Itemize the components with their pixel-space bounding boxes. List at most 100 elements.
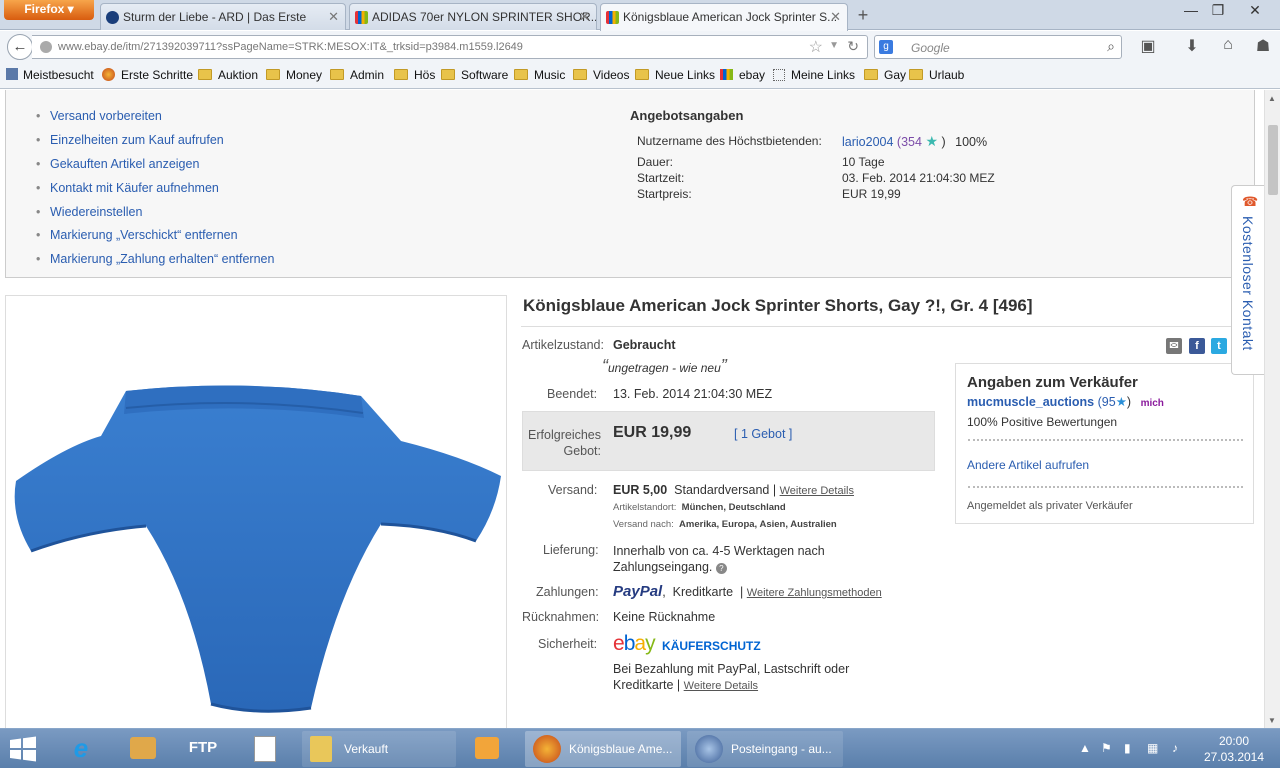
close-icon[interactable]: ✕ — [830, 9, 841, 25]
bidder-info: lario2004 (354 ★ ) 100% — [842, 133, 988, 149]
url-bar[interactable]: www.ebay.de/itm/271392039711?ssPageName=… — [32, 35, 868, 59]
action-link[interactable]: Gekauften Artikel anzeigen — [36, 157, 199, 171]
bookmark-neue-links[interactable]: Neue Links — [635, 68, 715, 82]
taskbar-window-thunderbird[interactable]: Posteingang - au... — [687, 731, 843, 767]
bookmark-auktion[interactable]: Auktion — [198, 68, 258, 82]
flag-icon[interactable]: ⚑ — [1101, 741, 1112, 755]
thunderbird-icon — [695, 735, 723, 763]
seller-info-box: Angaben zum Verkäufer mucmuscle_auctions… — [955, 363, 1254, 524]
home-icon[interactable]: ⌂ — [1217, 36, 1239, 56]
seller-name-link[interactable]: mucmuscle_auctions — [967, 395, 1094, 409]
tab-koenigsblaue[interactable]: Königsblaue American Jock Sprinter S... … — [600, 3, 848, 31]
internet-explorer-icon[interactable]: e — [64, 731, 98, 767]
blue-shorts-image — [14, 385, 502, 713]
media-player-icon[interactable] — [470, 731, 506, 767]
folder-icon — [310, 736, 332, 762]
globe-icon — [40, 41, 52, 53]
window-close-button[interactable]: ✕ — [1241, 2, 1269, 20]
tab-sturm[interactable]: Sturm der Liebe - ARD | Das Erste ✕ — [100, 3, 346, 30]
other-items-link[interactable]: Andere Artikel aufrufen — [967, 458, 1089, 472]
bookmark-videos[interactable]: Videos — [573, 68, 629, 82]
ebay-buyer-protection: ebay KÄUFERSCHUTZ — [613, 632, 761, 655]
tray-expand-icon[interactable]: ▲ — [1079, 741, 1091, 755]
screenshot-addon-icon[interactable]: ▣ — [1137, 36, 1159, 56]
close-icon[interactable]: ✕ — [328, 9, 339, 25]
bookmarks-bar: Meistbesucht Erste Schritte Auktion Mone… — [0, 63, 1280, 89]
ftp-icon[interactable]: FTP — [186, 731, 220, 767]
scrollbar[interactable]: ▲ ▼ — [1264, 90, 1280, 728]
shipping-details-link[interactable]: Weitere Details — [780, 485, 854, 497]
search-input[interactable]: g Google ⌕ — [874, 35, 1122, 59]
page-content: Versand vorbereiten Einzelheiten zum Kau… — [0, 90, 1264, 728]
search-icon[interactable]: ⌕ — [1107, 38, 1115, 55]
facebook-share-icon[interactable]: f — [1189, 338, 1205, 354]
back-button[interactable]: ← — [7, 34, 33, 60]
help-icon[interactable]: ? — [715, 563, 727, 574]
folder-icon — [573, 69, 587, 80]
action-link[interactable]: Einzelheiten zum Kauf aufrufen — [36, 133, 224, 147]
more-payments-link[interactable]: Weitere Zahlungsmethoden — [747, 587, 882, 599]
folder-icon — [198, 69, 212, 80]
divider — [521, 326, 1254, 327]
reload-icon[interactable]: ↻ — [847, 38, 859, 55]
item-image[interactable] — [5, 295, 507, 728]
bookmark-software[interactable]: Software — [441, 68, 508, 82]
taskbar-window-verkauft[interactable]: Verkauft — [302, 731, 456, 767]
firefox-menu-button[interactable]: Firefox ▾ — [4, 0, 94, 20]
paypal-logo: PayPal — [613, 583, 663, 600]
action-link[interactable]: Versand vorbereiten — [36, 109, 162, 123]
tab-adidas[interactable]: ADIDAS 70er NYLON SPRINTER SHOR... ✕ — [349, 3, 597, 30]
app-icon[interactable] — [126, 731, 160, 767]
folder-icon — [330, 69, 344, 80]
bookmark-erste-schritte[interactable]: Erste Schritte — [102, 68, 193, 82]
maximize-button[interactable]: ❐ — [1204, 2, 1232, 20]
action-link[interactable]: Markierung „Zahlung erhalten“ entfernen — [36, 252, 274, 266]
folder-icon — [441, 69, 455, 80]
action-link[interactable]: Wiedereinstellen — [36, 205, 142, 219]
start-button[interactable] — [8, 731, 42, 767]
scrollbar-thumb[interactable] — [1268, 125, 1278, 195]
folder-icon — [266, 69, 280, 80]
minimize-button[interactable]: — — [1177, 2, 1205, 20]
action-link[interactable]: Kontakt mit Käufer aufnehmen — [36, 181, 219, 195]
action-link[interactable]: Markierung „Verschickt“ entfernen — [36, 228, 238, 242]
winning-bid-box: Erfolgreiches Gebot: EUR 19,99 [ 1 Gebot … — [522, 411, 935, 471]
new-tab-button[interactable]: + — [850, 4, 876, 28]
download-icon[interactable]: ⬇ — [1181, 36, 1203, 56]
bidder-name-link[interactable]: lario2004 — [842, 135, 893, 149]
bid-count-link[interactable]: [ 1 Gebot ] — [734, 427, 792, 441]
folder-icon — [635, 69, 649, 80]
bookmark-hoes[interactable]: Hös — [394, 68, 435, 82]
taskbar-window-firefox[interactable]: Königsblaue Ame... — [525, 731, 681, 767]
history-dropdown-icon[interactable]: ▼ — [829, 40, 839, 51]
email-share-icon[interactable]: ✉ — [1166, 338, 1182, 354]
item-title: Königsblaue American Jock Sprinter Short… — [523, 296, 1033, 315]
volume-icon[interactable]: ♪ — [1172, 741, 1178, 755]
free-contact-tab[interactable]: ☎ Kostenloser Kontakt — [1231, 185, 1264, 375]
bookmark-star-icon[interactable]: ☆ — [809, 37, 823, 57]
phone-icon: ☎ — [1242, 194, 1259, 209]
notepad-icon[interactable] — [248, 731, 282, 767]
ebay-icon — [355, 11, 368, 24]
power-icon[interactable]: ▮ — [1124, 741, 1131, 755]
bookmark-meine-links[interactable]: Meine Links — [773, 68, 855, 82]
clock[interactable]: 20:00 27.03.2014 — [1200, 733, 1268, 765]
twitter-share-icon[interactable]: t — [1211, 338, 1227, 354]
folder-icon — [909, 69, 923, 80]
firefox-icon — [102, 68, 115, 81]
tab-bar: Firefox ▾ Sturm der Liebe - ARD | Das Er… — [0, 0, 1280, 31]
offer-heading: Angebotsangaben — [630, 108, 744, 123]
bookmark-music[interactable]: Music — [514, 68, 565, 82]
bookmark-urlaub[interactable]: Urlaub — [909, 68, 964, 82]
bookmark-gay[interactable]: Gay — [864, 68, 906, 82]
bookmark-meistbesucht[interactable]: Meistbesucht — [6, 68, 94, 82]
network-icon[interactable]: ▦ — [1147, 741, 1158, 755]
addon-icon[interactable]: ☗ — [1252, 36, 1274, 56]
bookmark-money[interactable]: Money — [266, 68, 322, 82]
bookmark-ebay[interactable]: ebay — [720, 68, 765, 82]
security-details-link[interactable]: Weitere Details — [684, 680, 758, 692]
bookmark-admin[interactable]: Admin — [330, 68, 384, 82]
ebay-logo: ebay — [613, 632, 656, 655]
close-icon[interactable]: ✕ — [579, 9, 590, 25]
bidder-label: Nutzername des Höchstbietenden: — [637, 134, 822, 148]
